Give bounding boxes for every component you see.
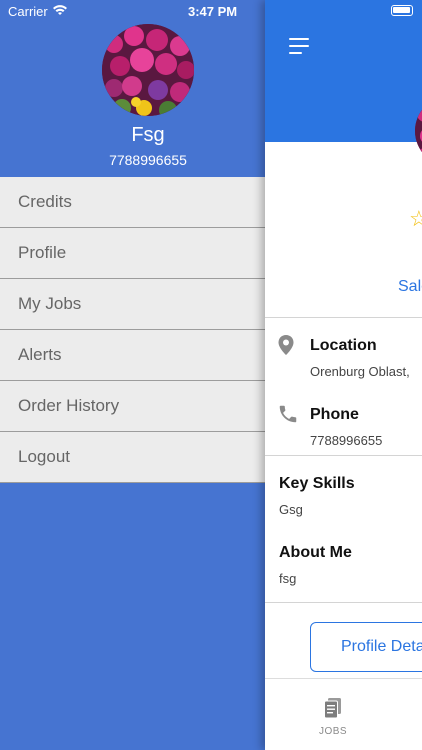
menu-item-order-history[interactable]: Order History xyxy=(0,381,265,432)
phone-icon xyxy=(277,403,299,430)
jobs-document-icon xyxy=(315,697,351,724)
menu-item-logout[interactable]: Logout xyxy=(0,432,265,483)
status-time: 3:47 PM xyxy=(188,4,238,19)
user-name: Fsg xyxy=(131,124,165,146)
star-icon[interactable]: ☆ xyxy=(409,206,422,232)
status-bar: Carrier 3:47 PM xyxy=(0,0,265,22)
battery-icon xyxy=(391,5,413,16)
carrier-label: Carrier xyxy=(8,4,48,19)
location-pin-icon xyxy=(277,334,295,361)
user-phone: 7788996655 xyxy=(109,152,187,168)
sales-link[interactable]: Sale xyxy=(398,278,422,296)
profile-details-button[interactable]: Profile Deta xyxy=(310,622,422,672)
menu-item-profile[interactable]: Profile xyxy=(0,228,265,279)
location-value: Orenburg Oblast, xyxy=(310,364,410,379)
about-me-label: About Me xyxy=(279,544,352,561)
tab-bar: JOBS xyxy=(265,678,422,750)
about-me-value: fsg xyxy=(279,571,297,586)
tab-jobs[interactable]: JOBS xyxy=(315,697,351,737)
side-drawer: Carrier 3:47 PM Fsg 7788996655 Credits P… xyxy=(0,0,265,750)
drawer-menu: Credits Profile My Jobs Alerts Order His… xyxy=(0,177,265,483)
key-skills-label: Key Skills xyxy=(279,475,355,492)
menu-item-credits[interactable]: Credits xyxy=(0,177,265,228)
avatar[interactable] xyxy=(102,24,194,116)
tab-jobs-label: JOBS xyxy=(318,726,348,737)
wifi-icon xyxy=(52,4,68,19)
profile-header xyxy=(265,0,422,142)
menu-item-alerts[interactable]: Alerts xyxy=(0,330,265,381)
profile-screen: ☆ Sale Location Orenburg Oblast, Phone 7… xyxy=(265,0,422,750)
divider xyxy=(265,455,422,456)
divider xyxy=(265,317,422,318)
phone-value: 7788996655 xyxy=(310,433,383,448)
menu-item-my-jobs[interactable]: My Jobs xyxy=(0,279,265,330)
phone-label: Phone xyxy=(310,406,359,423)
key-skills-value: Gsg xyxy=(279,502,303,517)
divider xyxy=(265,602,422,603)
location-label: Location xyxy=(310,337,377,354)
hamburger-menu-icon[interactable] xyxy=(289,38,311,56)
